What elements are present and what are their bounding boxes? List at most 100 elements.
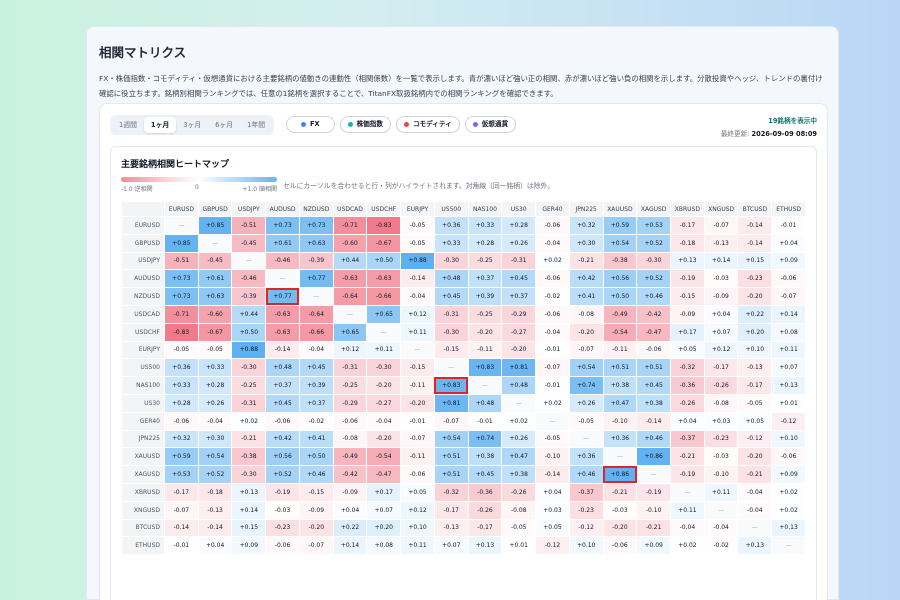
matrix-cell-diagonal[interactable]: — [197,233,233,253]
matrix-cell[interactable]: +0.50 [231,322,267,342]
matrix-cell[interactable]: +0.44 [231,304,267,324]
matrix-cell[interactable]: -0.71 [164,304,199,324]
matrix-cell[interactable]: +0.83 [467,358,503,378]
matrix-cell[interactable]: -0.06 [535,269,570,289]
matrix-cell[interactable]: +0.17 [670,322,705,342]
matrix-cell[interactable]: -0.04 [366,411,402,431]
matrix-cell[interactable]: -0.27 [366,393,402,413]
matrix-cell[interactable]: -0.83 [366,216,402,235]
matrix-cell-diagonal[interactable]: — [501,393,537,413]
matrix-cell[interactable]: -0.13 [703,233,739,253]
matrix-cell[interactable]: -0.14 [400,269,435,289]
matrix-cell[interactable]: +0.54 [602,233,638,253]
matrix-cell[interactable]: -0.09 [670,304,705,324]
matrix-cell[interactable]: +0.07 [703,322,739,342]
matrix-cell[interactable]: -0.21 [670,447,705,467]
matrix-cell[interactable]: +0.15 [231,518,267,538]
matrix-cell[interactable]: -0.01 [535,376,570,395]
matrix-cell[interactable]: -0.63 [265,322,300,342]
matrix-cell[interactable]: -0.31 [501,251,537,271]
matrix-cell[interactable]: +0.12 [400,500,435,520]
matrix-cell[interactable]: -0.06 [535,304,570,324]
matrix-cell[interactable]: +0.28 [164,393,199,413]
matrix-cell[interactable]: +0.15 [737,251,773,271]
matrix-cell[interactable]: -0.20 [737,447,773,467]
matrix-cell[interactable]: +0.63 [298,233,334,253]
matrix-cell[interactable]: -0.10 [636,500,672,520]
matrix-cell[interactable]: -0.05 [568,411,604,431]
matrix-cell[interactable]: -0.18 [670,233,705,253]
matrix-cell[interactable]: -0.29 [332,393,368,413]
matrix-cell[interactable]: -0.08 [703,393,739,413]
matrix-cell-diagonal[interactable]: — [703,500,739,520]
matrix-cell[interactable]: +0.05 [400,482,435,502]
matrix-cell[interactable]: -0.04 [298,340,334,360]
matrix-cell[interactable]: +0.11 [400,322,435,342]
matrix-cell[interactable]: +0.46 [568,465,604,484]
matrix-cell[interactable]: -0.32 [670,358,705,378]
matrix-cell[interactable]: +0.07 [433,536,469,556]
matrix-cell[interactable]: +0.42 [568,269,604,289]
matrix-cell[interactable]: +0.51 [636,358,672,378]
matrix-cell[interactable]: -0.20 [467,322,503,342]
matrix-cell[interactable]: +0.85 [164,233,199,253]
matrix-cell[interactable]: +0.05 [535,518,570,538]
matrix-cell[interactable]: -0.10 [602,411,638,431]
matrix-cell-diagonal[interactable]: — [265,269,300,289]
matrix-cell[interactable]: +0.61 [197,269,233,289]
matrix-cell[interactable]: -0.30 [433,322,469,342]
matrix-cell[interactable]: +0.04 [670,411,705,431]
matrix-cell[interactable]: -0.46 [231,269,267,289]
matrix-cell[interactable]: -0.45 [231,233,267,253]
matrix-cell[interactable]: +0.10 [771,429,806,449]
matrix-cell[interactable]: -0.06 [164,411,199,431]
matrix-cell[interactable]: -0.02 [535,287,570,306]
matrix-cell[interactable]: +0.51 [602,358,638,378]
matrix-cell[interactable]: +0.48 [501,376,537,395]
matrix-cell[interactable]: +0.05 [670,340,705,360]
matrix-cell[interactable]: -0.03 [703,447,739,467]
matrix-cell[interactable]: +0.50 [298,447,334,467]
matrix-cell-diagonal[interactable]: — [636,465,672,484]
matrix-cell[interactable]: -0.49 [332,447,368,467]
matrix-cell[interactable]: +0.09 [771,465,806,484]
matrix-cell[interactable]: -0.31 [231,393,267,413]
matrix-cell[interactable]: +0.56 [602,269,638,289]
matrix-cell[interactable]: -0.26 [501,482,537,502]
matrix-cell[interactable]: +0.14 [231,500,267,520]
matrix-cell[interactable]: +0.11 [670,500,705,520]
matrix-cell[interactable]: -0.15 [670,287,705,306]
matrix-cell[interactable]: -0.07 [535,358,570,378]
matrix-cell[interactable]: +0.88 [231,340,267,360]
matrix-cell-diagonal[interactable]: — [771,536,806,556]
matrix-cell-diagonal[interactable]: — [737,518,773,538]
matrix-cell[interactable]: +0.37 [501,287,537,306]
period-button[interactable]: 6ヶ月 [208,117,240,133]
matrix-cell[interactable]: +0.14 [771,304,806,324]
matrix-cell[interactable]: -0.15 [433,340,469,360]
matrix-cell[interactable]: -0.17 [737,376,773,395]
matrix-cell[interactable]: +0.07 [771,358,806,378]
matrix-cell[interactable]: -0.07 [568,340,604,360]
matrix-cell[interactable]: -0.23 [703,429,739,449]
matrix-cell-diagonal[interactable]: — [400,340,435,360]
matrix-cell[interactable]: -0.06 [771,447,806,467]
matrix-cell[interactable]: -0.04 [670,518,705,538]
matrix-cell[interactable]: -0.15 [400,358,435,378]
matrix-cell[interactable]: +0.26 [501,233,537,253]
matrix-cell[interactable]: -0.12 [737,429,773,449]
matrix-cell[interactable]: -0.64 [332,287,368,306]
matrix-cell[interactable]: +0.01 [771,393,806,413]
matrix-cell[interactable]: -0.06 [332,411,368,431]
matrix-cell[interactable]: -0.04 [535,233,570,253]
matrix-cell[interactable]: +0.54 [433,429,469,449]
matrix-cell-diagonal[interactable]: — [602,447,638,467]
matrix-cell[interactable]: -0.13 [433,518,469,538]
matrix-cell-diagonal[interactable]: — [568,429,604,449]
matrix-cell-diagonal[interactable]: — [467,376,503,395]
matrix-cell[interactable]: +0.22 [737,304,773,324]
matrix-cell[interactable]: -0.03 [703,269,739,289]
matrix-cell[interactable]: -0.66 [298,322,334,342]
matrix-cell[interactable]: -0.38 [231,447,267,467]
matrix-cell[interactable]: +0.52 [636,269,672,289]
